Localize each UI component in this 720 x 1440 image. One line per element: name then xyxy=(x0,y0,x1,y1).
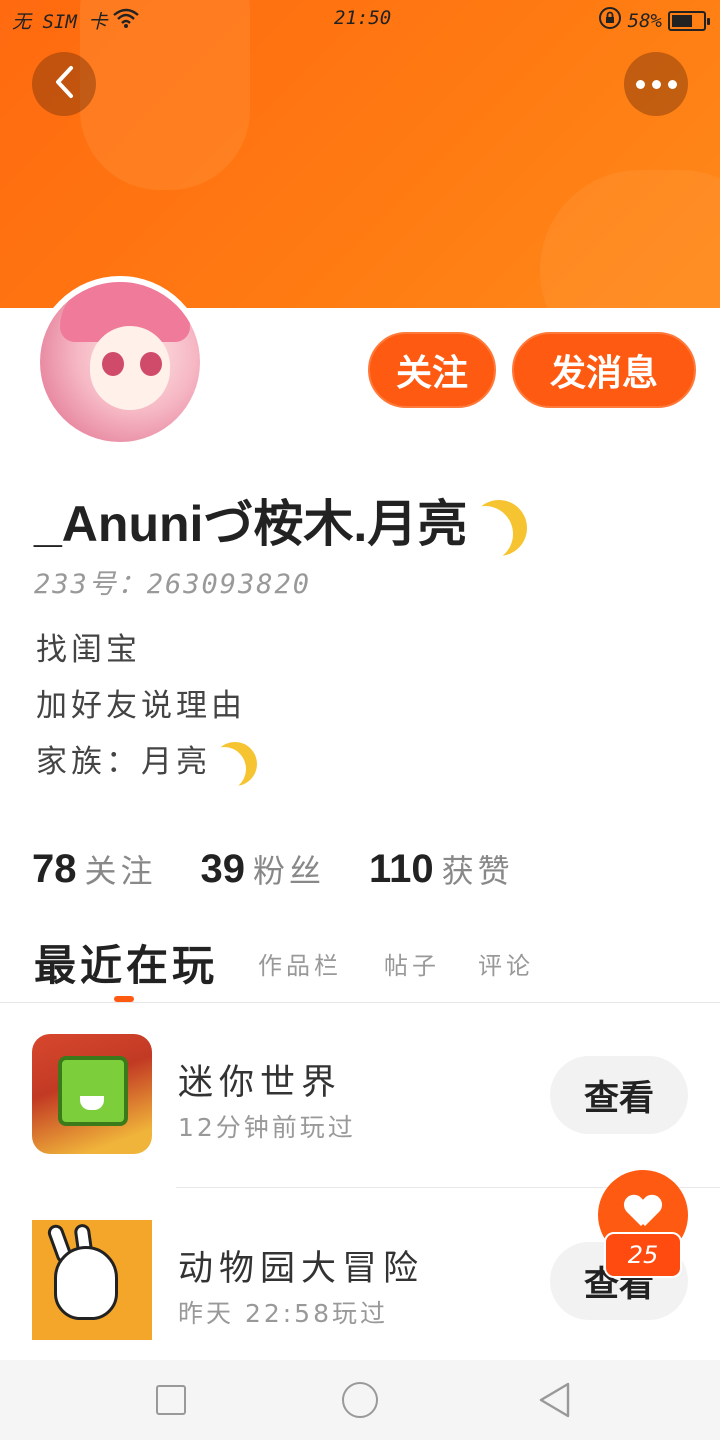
more-options-button[interactable] xyxy=(624,52,688,116)
avatar[interactable] xyxy=(34,276,206,448)
game-name: 动物园大冒险 xyxy=(178,1249,425,1289)
following-label: 关注 xyxy=(84,853,157,889)
profile-stats: 78 关注 39 粉丝 110 获赞 xyxy=(32,846,558,892)
bio: 找闺宝 加好友说理由 家族：月亮 xyxy=(36,622,257,790)
profile-tabs: 最近在玩 作品栏 帖子 评论 xyxy=(34,928,720,1002)
nav-home-icon[interactable] xyxy=(342,1382,378,1418)
username-text: _Anuniづ桉木.月亮 xyxy=(34,496,468,552)
game-last-played: 昨天 22:58玩过 xyxy=(178,1299,388,1328)
game-name: 迷你世界 xyxy=(178,1063,343,1103)
tab-recently-played[interactable]: 最近在玩 xyxy=(34,932,218,993)
moon-emoji-icon xyxy=(213,742,257,786)
username: _Anuniづ桉木.月亮 xyxy=(34,484,527,556)
bio-line: 找闺宝 xyxy=(36,632,141,668)
avatar-image xyxy=(40,282,200,442)
fans-count: 39 xyxy=(200,847,246,891)
battery-status: 58% xyxy=(598,6,710,35)
following-stat[interactable]: 78 关注 xyxy=(32,846,157,892)
fans-label: 粉丝 xyxy=(253,853,326,889)
likes-count: 110 xyxy=(369,847,434,891)
status-bar: 无 SIM 卡 21:50 58% xyxy=(0,0,720,38)
following-count: 78 xyxy=(32,847,77,891)
likes-label: 获赞 xyxy=(441,853,514,889)
back-icon xyxy=(53,65,75,103)
send-message-button[interactable]: 发消息 xyxy=(512,332,696,408)
game-icon-zoo-adventure xyxy=(32,1220,152,1340)
bio-line: 家族：月亮 xyxy=(36,734,257,790)
header-decoration xyxy=(540,170,720,308)
game-icon-mini-world xyxy=(32,1034,152,1154)
tab-posts[interactable]: 帖子 xyxy=(384,946,440,981)
moon-emoji-icon xyxy=(471,500,527,556)
user-id: 233号：263093820 xyxy=(34,569,312,600)
system-navigation-bar xyxy=(0,1360,720,1440)
sim-text: 无 SIM 卡 xyxy=(12,11,108,33)
rotation-lock-icon xyxy=(598,6,622,35)
nav-recent-icon[interactable] xyxy=(156,1385,186,1415)
profile-header-background xyxy=(0,0,720,308)
battery-percent: 58% xyxy=(627,9,662,32)
tab-works[interactable]: 作品栏 xyxy=(258,946,342,981)
follow-button[interactable]: 关注 xyxy=(368,332,496,408)
likes-stat[interactable]: 110 获赞 xyxy=(369,846,514,892)
heart-icon xyxy=(625,1196,661,1230)
list-item[interactable]: 迷你世界 12分钟前玩过 查看 xyxy=(0,1002,720,1187)
wifi-icon xyxy=(113,8,139,33)
view-button[interactable]: 查看 xyxy=(550,1056,688,1134)
fans-stat[interactable]: 39 粉丝 xyxy=(201,846,326,892)
like-count-badge: 25 xyxy=(604,1232,682,1278)
bio-line: 加好友说理由 xyxy=(36,688,246,724)
sim-status: 无 SIM 卡 xyxy=(12,7,139,34)
more-icon xyxy=(635,79,677,89)
clock: 21:50 xyxy=(334,7,392,29)
tab-comments[interactable]: 评论 xyxy=(478,946,534,981)
back-button[interactable] xyxy=(32,52,96,116)
battery-icon xyxy=(668,10,710,31)
game-last-played: 12分钟前玩过 xyxy=(178,1113,356,1142)
